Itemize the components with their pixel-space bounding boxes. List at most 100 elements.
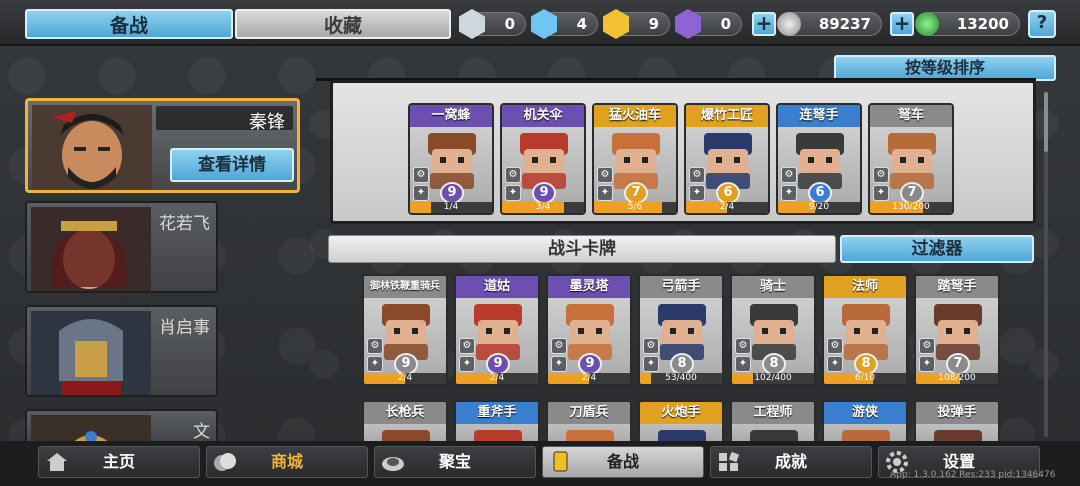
skill-icon: ⚙ <box>827 338 843 354</box>
card-battle_cards[interactable]: 墨灵塔 ⚙ ✦ 9 2/4 <box>546 274 632 386</box>
hero-name: 秦锋 <box>249 112 285 133</box>
card-more_cards[interactable]: 工程师 <box>730 400 816 445</box>
nav-treasure-label: 聚宝 <box>438 452 471 471</box>
trait-icon: ✦ <box>781 185 797 201</box>
card-more_cards[interactable]: 重斧手 <box>454 400 540 445</box>
nav-shop-label: 商城 <box>270 452 303 471</box>
card-deck_cards[interactable]: 连弩手 ⚙ ✦ 6 9/20 <box>776 103 862 215</box>
card-more_cards[interactable]: 投弹手 <box>914 400 1000 445</box>
silver-shard-value: 0 <box>504 15 515 33</box>
card-more_cards[interactable]: 游侠 <box>822 400 908 445</box>
nav-home[interactable]: 主页 <box>38 446 200 478</box>
tab-prepare[interactable]: 备战 <box>25 9 233 39</box>
card-progress-bar: 2/4 <box>548 373 630 384</box>
card-deck_cards[interactable]: 爆竹工匠 ⚙ ✦ 6 2/4 <box>684 103 770 215</box>
card-battle_cards[interactable]: 弓箭手 ⚙ ✦ 8 53/400 <box>638 274 724 386</box>
nav-shop[interactable]: 商城 <box>206 446 368 478</box>
trait-icon: ✦ <box>505 185 521 201</box>
card-battle_cards[interactable]: 踏弩手 ⚙ ✦ 7 108/200 <box>914 274 1000 386</box>
skill-icon: ⚙ <box>505 167 521 183</box>
card-progress-text: 2/4 <box>397 373 413 383</box>
card-battle_cards[interactable]: 道姑 ⚙ ✦ 9 2/4 <box>454 274 540 386</box>
help-button[interactable]: ? <box>1028 10 1056 38</box>
hero-card-selected[interactable]: 秦锋 查看详情 <box>25 98 300 193</box>
hero-card[interactable]: 花若飞 <box>25 201 218 293</box>
card-progress-text: 2/4 <box>581 373 597 383</box>
skill-icon: ⚙ <box>459 338 475 354</box>
purple-shard-icon <box>675 9 701 39</box>
silver-coin-icon <box>777 12 801 36</box>
card-progress-bar: 102/400 <box>732 373 814 384</box>
trait-icon: ✦ <box>735 356 751 372</box>
card-deck_cards[interactable]: 一窝蜂 ⚙ ✦ 9 1/4 <box>408 103 494 215</box>
nav-treasure[interactable]: 聚宝 <box>374 446 536 478</box>
green-gem-value: 13200 <box>956 15 1009 33</box>
card-deck_cards[interactable]: 猛火油车 ⚙ ✦ 7 5/6 <box>592 103 678 215</box>
card-title: 弓箭手 <box>640 276 722 298</box>
card-progress-text: 102/400 <box>754 373 792 383</box>
green-gem-counter: 13200 <box>915 12 1020 36</box>
card-title: 游侠 <box>824 402 906 424</box>
card-title: 弩车 <box>870 105 952 127</box>
silver-coin-counter: 89237 <box>777 12 882 36</box>
card-progress-bar: 1/4 <box>410 202 492 213</box>
scrollbar-thumb[interactable] <box>1044 92 1048 152</box>
card-progress-text: 53/400 <box>665 373 697 383</box>
skill-icon: ⚙ <box>919 338 935 354</box>
card-more_cards[interactable]: 长枪兵 <box>362 400 448 445</box>
gold-shard-icon <box>603 9 629 39</box>
nav-deck-label: 备战 <box>606 452 639 471</box>
trait-icon: ✦ <box>919 356 935 372</box>
hero-portrait <box>32 105 152 190</box>
card-title: 工程师 <box>732 402 814 424</box>
card-progress-text: 9/20 <box>808 202 830 212</box>
scrollbar[interactable] <box>1044 92 1048 437</box>
card-title: 骑士 <box>732 276 814 298</box>
tab-collection[interactable]: 收藏 <box>235 9 451 39</box>
trait-icon: ✦ <box>873 185 889 201</box>
skill-icon: ⚙ <box>551 338 567 354</box>
skill-icon: ⚙ <box>689 167 705 183</box>
trait-icon: ✦ <box>597 185 613 201</box>
trait-icon: ✦ <box>689 185 705 201</box>
skill-icon: ⚙ <box>367 338 383 354</box>
hero-name: 文 <box>193 422 210 442</box>
card-progress-bar: 108/200 <box>916 373 998 384</box>
nav-achievements[interactable]: 成就 <box>710 446 872 478</box>
card-deck_cards[interactable]: 弩车 ⚙ ✦ 7 130/200 <box>868 103 954 215</box>
card-progress-text: 108/200 <box>938 373 976 383</box>
silver-shard-counter: 0 <box>459 9 526 39</box>
card-battle_cards[interactable]: 御林铁鞭重骑兵 ⚙ ✦ 9 2/4 <box>362 274 448 386</box>
card-title: 爆竹工匠 <box>686 105 768 127</box>
purple-shard-value: 0 <box>720 15 731 33</box>
silver-shard-icon <box>459 9 485 39</box>
card-deck_cards[interactable]: 机关伞 ⚙ ✦ 9 3/4 <box>500 103 586 215</box>
filter-button[interactable]: 过滤器 <box>840 235 1034 263</box>
card-battle_cards[interactable]: 骑士 ⚙ ✦ 8 102/400 <box>730 274 816 386</box>
green-gem-icon <box>915 12 939 36</box>
card-title: 踏弩手 <box>916 276 998 298</box>
add-silver-coin-button[interactable]: + <box>752 12 776 36</box>
card-more_cards[interactable]: 火炮手 <box>638 400 724 445</box>
card-title: 刀盾兵 <box>548 402 630 424</box>
gold-shard-value: 9 <box>648 15 659 33</box>
card-progress-bar: 3/4 <box>502 202 584 213</box>
card-progress-text: 5/6 <box>627 202 643 212</box>
card-more_cards[interactable]: 刀盾兵 <box>546 400 632 445</box>
battle-cards-header: 战斗卡牌 <box>328 235 836 263</box>
card-title: 一窝蜂 <box>410 105 492 127</box>
nav-home-label: 主页 <box>102 452 135 471</box>
card-progress-text: 130/200 <box>892 202 930 212</box>
card-progress-bar: 9/20 <box>778 202 860 213</box>
add-green-gem-button[interactable]: + <box>890 12 914 36</box>
view-details-button[interactable]: 查看详情 <box>170 148 294 182</box>
skill-icon: ⚙ <box>873 167 889 183</box>
nav-deck[interactable]: 备战 <box>542 446 704 478</box>
card-battle_cards[interactable]: 法师 ⚙ ✦ 8 6/10 <box>822 274 908 386</box>
card-title: 道姑 <box>456 276 538 298</box>
hero-card[interactable]: 肖启事 <box>25 305 218 397</box>
skill-icon: ⚙ <box>643 338 659 354</box>
card-progress-bar: 5/6 <box>594 202 676 213</box>
skill-icon: ⚙ <box>413 167 429 183</box>
card-progress-bar: 130/200 <box>870 202 952 213</box>
